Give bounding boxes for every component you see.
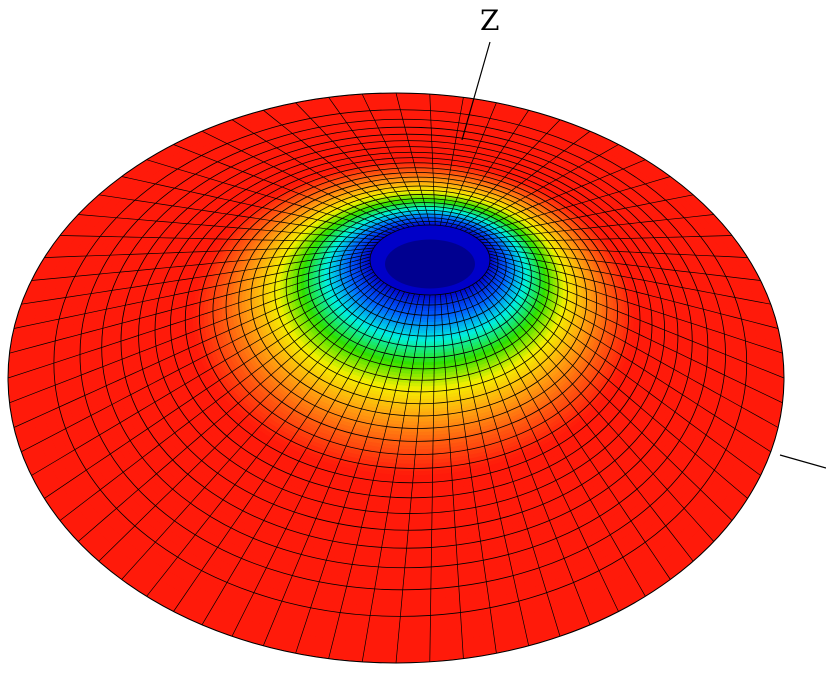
surface-hole [385,239,475,289]
torus-surface-plot: Z [7,4,826,664]
torus-surface [8,93,784,663]
horizontal-axis-line [779,454,826,469]
z-axis-label: Z [480,4,499,37]
